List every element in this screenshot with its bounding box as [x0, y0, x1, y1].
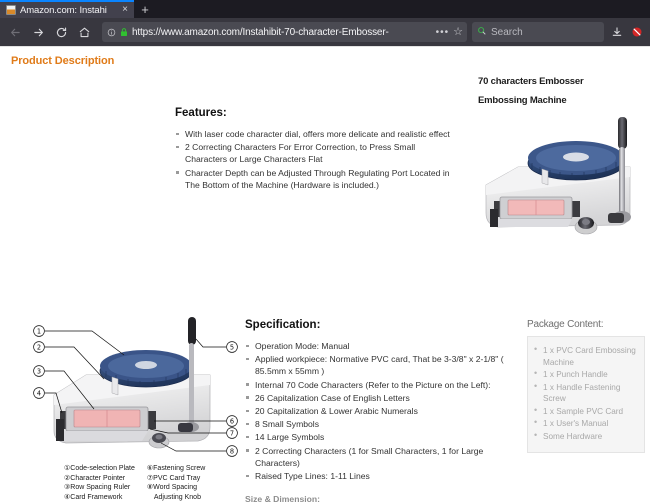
reload-icon [56, 27, 66, 37]
list-item: 8 Small Symbols [245, 418, 513, 430]
home-button[interactable] [73, 21, 95, 43]
legend-item: ④Card Framework [64, 493, 123, 501]
page-content: Product Description 70 characters Emboss… [0, 46, 650, 502]
magnifier-glyph [478, 27, 486, 35]
list-item: Some Hardware [532, 430, 638, 443]
legend-item: ①Code-selection Plate [64, 465, 135, 472]
features-heading: Features: [175, 107, 227, 119]
list-item: 1 x User's Manual [532, 417, 638, 430]
no-entry-icon [632, 27, 642, 37]
lock-icon [120, 27, 128, 37]
reload-button[interactable] [50, 21, 72, 43]
svg-text:7: 7 [230, 429, 234, 437]
svg-text:4: 4 [37, 389, 41, 397]
list-item: 1 x Punch Handle [532, 368, 638, 381]
package-content-list: 1 x PVC Card Embossing Machine 1 x Punch… [532, 344, 638, 443]
search-icon [477, 23, 487, 41]
list-item: Applied workpiece: Normative PVC card, T… [245, 353, 513, 377]
tab-title: Amazon.com: Instahi [20, 4, 107, 16]
labeled-diagram: 1 2 3 4 5 6 7 8 [33, 317, 238, 457]
list-item: Internal 70 Code Characters (Refer to th… [245, 379, 513, 391]
list-item: 2 Correcting Characters For Error Correc… [175, 141, 450, 165]
product-photo [485, 117, 631, 235]
arrow-right-icon [33, 28, 43, 36]
specification-list: Operation Mode: Manual Applied workpiece… [245, 340, 513, 482]
specification-block: Specification: Operation Mode: Manual Ap… [245, 319, 513, 502]
legend-column-right: ⑥Fastening Screw ⑦PVC Card Tray ⑧Word Sp… [147, 464, 205, 502]
page-info-icon[interactable] [107, 28, 116, 37]
download-icon [612, 27, 622, 36]
browser-tab-amazon[interactable]: Amazon.com: Instahi × [0, 0, 134, 18]
page-title: Product Description [11, 55, 115, 67]
list-item: Raised Type Lines: 1-11 Lines [245, 470, 513, 482]
url-text: https://www.amazon.com/Instahibit-70-cha… [132, 26, 389, 38]
legend-column-left: ①Code-selection Plate ②Character Pointer… [64, 464, 135, 502]
list-item: Character Depth can be Adjusted Through … [175, 167, 450, 191]
photo-caption-line1: 70 characters Embosser [478, 76, 584, 87]
close-icon[interactable]: × [121, 5, 129, 15]
list-item: 26 Capitalization Case of English Letter… [245, 392, 513, 404]
padlock-glyph [121, 28, 127, 36]
tab-strip: Amazon.com: Instahi × + [0, 0, 650, 18]
legend-item: ⑧Word Spacing [146, 484, 197, 492]
list-item: 14 Large Symbols [245, 431, 513, 443]
list-item: 1 x Sample PVC Card [532, 405, 638, 418]
list-item: With laser code character dial, offers m… [175, 128, 450, 140]
forward-button[interactable] [27, 21, 49, 43]
svg-text:3: 3 [37, 367, 41, 375]
svg-text:1: 1 [37, 327, 41, 335]
navigation-toolbar: https://www.amazon.com/Instahibit-70-cha… [0, 18, 650, 46]
features-block: Features: With laser code character dial… [175, 107, 450, 192]
package-content-box: 1 x PVC Card Embossing Machine 1 x Punch… [527, 336, 645, 453]
legend-item: ③Row Spacing Ruler [64, 484, 131, 492]
new-tab-button[interactable]: + [134, 0, 156, 18]
package-content-heading: Package Content: [527, 319, 604, 330]
legend-item: ⑦PVC Card Tray [146, 474, 201, 482]
bookmark-star-icon[interactable]: ☆ [453, 26, 463, 38]
downloads-button[interactable] [608, 22, 626, 42]
search-input[interactable]: Search [491, 27, 523, 38]
package-content-block: Package Content: 1 x PVC Card Embossing … [527, 319, 645, 453]
svg-text:5: 5 [230, 343, 234, 351]
features-list: With laser code character dial, offers m… [175, 128, 450, 191]
list-item: 20 Capitalization & Lower Arabic Numeral… [245, 405, 513, 417]
svg-text:6: 6 [230, 417, 234, 425]
legend-item: Adjusting Knob [153, 493, 201, 501]
blocked-content-button[interactable] [628, 22, 646, 42]
page-actions-icon[interactable]: ••• [436, 27, 450, 38]
size-dimension-heading: Size & Dimension: [245, 494, 320, 502]
toolbar-right-actions [605, 22, 646, 42]
svg-text:8: 8 [230, 447, 234, 455]
list-item: 1 x Handle Fastening Screw [532, 381, 638, 405]
home-icon [79, 27, 89, 37]
search-bar[interactable]: Search [472, 22, 604, 42]
amazon-favicon [6, 5, 16, 15]
diagram-legend: ①Code-selection Plate ②Character Pointer… [64, 464, 205, 502]
svg-text:2: 2 [37, 343, 41, 351]
legend-item: ⑥Fastening Screw [146, 465, 206, 472]
list-item: 1 x PVC Card Embossing Machine [532, 344, 638, 368]
list-item: 2 Correcting Characters (1 for Small Cha… [245, 445, 513, 469]
address-bar[interactable]: https://www.amazon.com/Instahibit-70-cha… [102, 22, 467, 42]
browser-chrome: Amazon.com: Instahi × + https://www.amaz… [0, 0, 650, 46]
list-item: Operation Mode: Manual [245, 340, 513, 352]
arrow-left-icon [10, 28, 20, 36]
specification-heading: Specification: [245, 319, 321, 331]
back-button[interactable] [4, 21, 26, 43]
legend-item: ②Character Pointer [64, 474, 126, 482]
